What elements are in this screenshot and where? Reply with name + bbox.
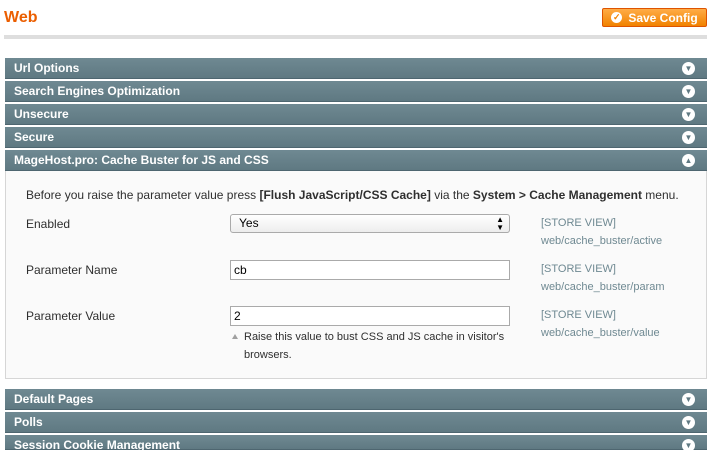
section-unsecure[interactable]: Unsecure ▼ bbox=[5, 104, 707, 125]
section-label: Url Options bbox=[14, 61, 80, 75]
intro-text: menu. bbox=[641, 188, 679, 202]
chevron-down-icon: ▼ bbox=[682, 393, 695, 406]
section-label: Default Pages bbox=[14, 392, 94, 406]
cache-buster-intro: Before you raise the parameter value pre… bbox=[26, 188, 679, 202]
save-config-button[interactable]: ✓ Save Config bbox=[602, 8, 707, 27]
parameter-value-note: Raise this value to bust CSS and JS cach… bbox=[232, 328, 522, 364]
select-arrows-icon: ▲ ▼ bbox=[496, 215, 504, 232]
note-line: Raise this value to bust CSS and JS cach… bbox=[244, 331, 505, 343]
parameter-name-label: Parameter Name bbox=[26, 263, 118, 277]
section-session-cookie-management[interactable]: Session Cookie Management ▼ bbox=[5, 435, 707, 452]
note-line: browsers. bbox=[244, 349, 292, 361]
intro-text: Before you raise the parameter value pre… bbox=[26, 188, 260, 202]
section-label: Unsecure bbox=[14, 107, 69, 121]
intro-text: via the bbox=[430, 188, 473, 202]
section-label: Polls bbox=[14, 415, 43, 429]
parameter-name-input[interactable]: cb bbox=[230, 260, 510, 280]
parameter-value-input[interactable]: 2 bbox=[230, 306, 510, 326]
chevron-up-icon: ▲ bbox=[682, 154, 695, 167]
enabled-scope: [STORE VIEW] bbox=[541, 217, 616, 229]
enabled-label: Enabled bbox=[26, 217, 71, 231]
parameter-value-label: Parameter Value bbox=[26, 309, 116, 323]
save-config-label: Save Config bbox=[628, 10, 698, 25]
section-label: MageHost.pro: Cache Buster for JS and CS… bbox=[14, 153, 269, 167]
chevron-down-icon: ▼ bbox=[682, 439, 695, 452]
enabled-select[interactable]: Yes ▲ ▼ bbox=[230, 214, 510, 233]
section-search-engines-optimization[interactable]: Search Engines Optimization ▼ bbox=[5, 81, 707, 102]
check-circle-icon: ✓ bbox=[611, 12, 623, 23]
section-label: Secure bbox=[14, 130, 55, 144]
section-polls[interactable]: Polls ▼ bbox=[5, 412, 707, 433]
intro-menu-ref: System > Cache Management bbox=[472, 188, 642, 202]
chevron-down-icon: ▼ bbox=[682, 131, 695, 144]
parameter-name-config-path: web/cache_buster/param bbox=[541, 281, 665, 293]
header-divider bbox=[4, 35, 707, 39]
page-title: Web bbox=[4, 9, 38, 26]
chevron-down-icon: ▼ bbox=[682, 108, 695, 121]
chevron-down-icon: ▼ bbox=[682, 62, 695, 75]
triangle-up-icon bbox=[232, 334, 238, 339]
enabled-config-path: web/cache_buster/active bbox=[541, 235, 663, 247]
parameter-value-scope: [STORE VIEW] bbox=[541, 309, 616, 321]
parameter-name-scope: [STORE VIEW] bbox=[541, 263, 616, 275]
intro-flush-ref: [Flush JavaScript/CSS Cache] bbox=[259, 188, 431, 202]
chevron-down-icon: ▼ bbox=[682, 85, 695, 98]
chevron-down-icon: ▼ bbox=[682, 416, 695, 429]
cache-buster-fieldset: Before you raise the parameter value pre… bbox=[5, 171, 707, 379]
section-url-options[interactable]: Url Options ▼ bbox=[5, 58, 707, 79]
parameter-value-config-path: web/cache_buster/value bbox=[541, 327, 660, 339]
section-secure[interactable]: Secure ▼ bbox=[5, 127, 707, 148]
section-label: Search Engines Optimization bbox=[14, 84, 181, 98]
section-default-pages[interactable]: Default Pages ▼ bbox=[5, 389, 707, 410]
enabled-value: Yes bbox=[239, 216, 259, 230]
section-cache-buster[interactable]: MageHost.pro: Cache Buster for JS and CS… bbox=[5, 150, 707, 171]
